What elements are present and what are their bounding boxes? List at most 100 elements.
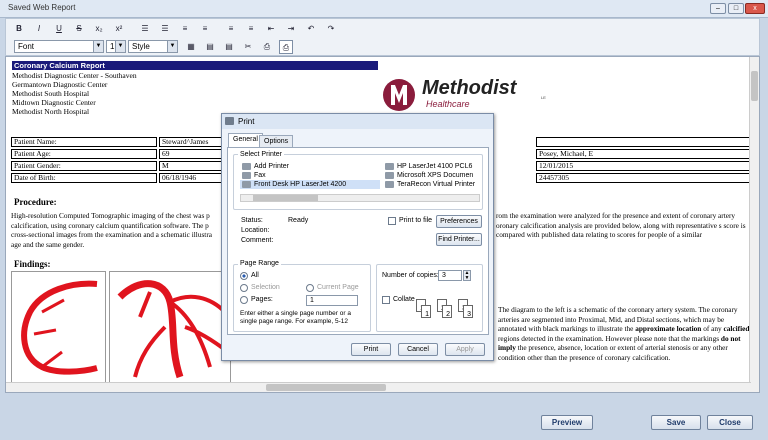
printer-icon <box>385 172 394 179</box>
tab-options[interactable]: Options <box>259 135 294 147</box>
printer-icon <box>242 163 251 170</box>
toolbar-button[interactable]: ↷ <box>324 22 338 36</box>
scroll-thumb[interactable] <box>266 384 386 391</box>
location-label: Location: <box>241 227 270 234</box>
field-label: Patient Gender: <box>11 161 157 171</box>
apply-button[interactable]: Apply <box>445 343 485 356</box>
close-window-button[interactable]: x <box>745 3 765 14</box>
field-value-right <box>536 137 751 147</box>
collate-label: Collate <box>393 296 415 303</box>
printer-item[interactable]: TeraRecon Virtual Printer <box>383 180 481 189</box>
location-item: Midtown Diagnostic Center <box>12 98 96 107</box>
artery-diagram-left <box>11 271 106 383</box>
toolbar-button[interactable]: ≡ <box>224 22 238 36</box>
chevron-down-icon: ▼ <box>167 41 177 52</box>
toolbar-button[interactable]: x₂ <box>92 22 106 36</box>
toolbar-button[interactable]: U <box>52 22 66 36</box>
toolbar-button[interactable]: ≡ <box>244 22 258 36</box>
status-value: Ready <box>288 217 309 224</box>
maximize-button[interactable]: □ <box>728 3 744 14</box>
toolbar-button[interactable]: x² <box>112 22 126 36</box>
toolbar-button[interactable]: ☰ <box>158 22 172 36</box>
toolbar-button[interactable]: ≡ <box>178 22 192 36</box>
close-button[interactable]: Close <box>707 415 753 430</box>
toolbar-button[interactable]: B <box>12 22 26 36</box>
toolbar-button[interactable]: ☰ <box>138 22 152 36</box>
toolbar-button[interactable]: S <box>72 22 86 36</box>
copies-input[interactable]: 3 <box>438 270 462 281</box>
printer-icon <box>242 181 251 188</box>
all-label: All <box>251 272 259 279</box>
size-select[interactable]: 1 ▼ <box>106 40 126 53</box>
field-label: Date of Birth: <box>11 173 157 183</box>
toolbar-button[interactable]: ↶ <box>304 22 318 36</box>
style-select[interactable]: Style ▼ <box>128 40 178 53</box>
diagram-description: The diagram to the left is a schematic o… <box>498 305 750 385</box>
printer-item[interactable]: HP LaserJet 4100 PCL6 <box>383 162 481 171</box>
chevron-down-icon: ▼ <box>115 41 125 52</box>
printer-name: Add Printer <box>254 163 290 170</box>
vertical-scrollbar[interactable] <box>749 57 759 392</box>
printer-item[interactable]: Add Printer <box>240 162 380 171</box>
toolbar-button[interactable]: ⇥ <box>284 22 298 36</box>
pages-input[interactable]: 1 <box>306 295 358 306</box>
format-buttons-row: B I U Sx₂ x² ☰ ☰ ≡ ≡ ≡ ≡ ⇤ ⇥ ↶ ↷ <box>12 22 732 36</box>
toolbar-button[interactable]: ▤ <box>222 40 236 54</box>
selection-radio[interactable] <box>240 284 248 292</box>
print-to-file-label: Print to file <box>399 217 433 224</box>
horizontal-scrollbar[interactable] <box>6 382 751 392</box>
scroll-thumb[interactable] <box>253 195 318 201</box>
printer-item[interactable]: Front Desk HP LaserJet 4200 <box>240 180 380 189</box>
procedure-heading: Procedure: <box>14 197 57 207</box>
toolbar-button[interactable]: ⎙ <box>260 40 274 54</box>
field-value: 69 <box>159 149 227 159</box>
preview-button[interactable]: Preview <box>541 415 593 430</box>
toolbar-button[interactable]: ⇤ <box>264 22 278 36</box>
toolbar-button[interactable]: ✂ <box>241 40 255 54</box>
printer-item[interactable]: Fax <box>240 171 380 180</box>
copies-spinner[interactable]: ▲ ▼ <box>463 270 471 281</box>
font-select[interactable]: Font ▼ <box>14 40 104 53</box>
logo-trademark: LE <box>541 95 546 100</box>
location-item: Germantown Diagnostic Center <box>12 80 108 89</box>
printer-name: TeraRecon Virtual Printer <box>397 181 476 188</box>
field-value: M <box>159 161 227 171</box>
select-printer-label: Select Printer <box>238 151 285 159</box>
toolbar-button[interactable]: ▤ <box>203 40 217 54</box>
minimize-button[interactable]: – <box>710 3 726 14</box>
find-printer-button[interactable]: Find Printer... <box>436 233 482 246</box>
report-title: Coronary Calcium Report <box>12 61 378 70</box>
preferences-button[interactable]: Preferences <box>436 215 482 228</box>
field-value: Steward^James <box>159 137 227 147</box>
printer-list-scrollbar[interactable] <box>240 194 480 202</box>
page-range-label: Page Range <box>238 260 281 268</box>
collate-checkbox[interactable] <box>382 296 390 304</box>
dialog-title-bar: Print <box>222 114 493 129</box>
copies-label: Number of copies: <box>382 272 439 279</box>
procedure-text-right: rom the examination were analyzed for th… <box>496 211 746 239</box>
toolbar-button[interactable]: ⎙ <box>279 40 293 54</box>
all-radio[interactable] <box>240 272 248 280</box>
printer-name: Front Desk HP LaserJet 4200 <box>254 181 347 188</box>
tab-general[interactable]: General <box>228 133 263 147</box>
field-value-right: 12/01/2015 <box>536 161 751 171</box>
current-page-radio[interactable] <box>306 284 314 292</box>
toolbar-button[interactable]: ≡ <box>198 22 212 36</box>
save-button[interactable]: Save <box>651 415 701 430</box>
cancel-button[interactable]: Cancel <box>398 343 438 356</box>
field-value-right: Posey, Michael, E <box>536 149 751 159</box>
printer-item[interactable]: Microsoft XPS Documen <box>383 171 481 180</box>
printer-icon <box>242 172 251 179</box>
locations-list: Methodist Diagnostic Center - Southaven G… <box>12 71 212 116</box>
print-button[interactable]: Print <box>351 343 391 356</box>
field-value-right: 24457305 <box>536 173 751 183</box>
toolbar-button[interactable]: ▦ <box>184 40 198 54</box>
toolbar-button[interactable]: I <box>32 22 46 36</box>
size-select-value: 1 <box>110 42 115 51</box>
scroll-thumb[interactable] <box>751 71 758 101</box>
location-item: Methodist Diagnostic Center - Southaven <box>12 71 137 80</box>
print-to-file-checkbox[interactable] <box>388 217 396 225</box>
findings-heading: Findings: <box>14 259 51 269</box>
pages-radio[interactable] <box>240 296 248 304</box>
window-title: Saved Web Report <box>8 3 76 12</box>
